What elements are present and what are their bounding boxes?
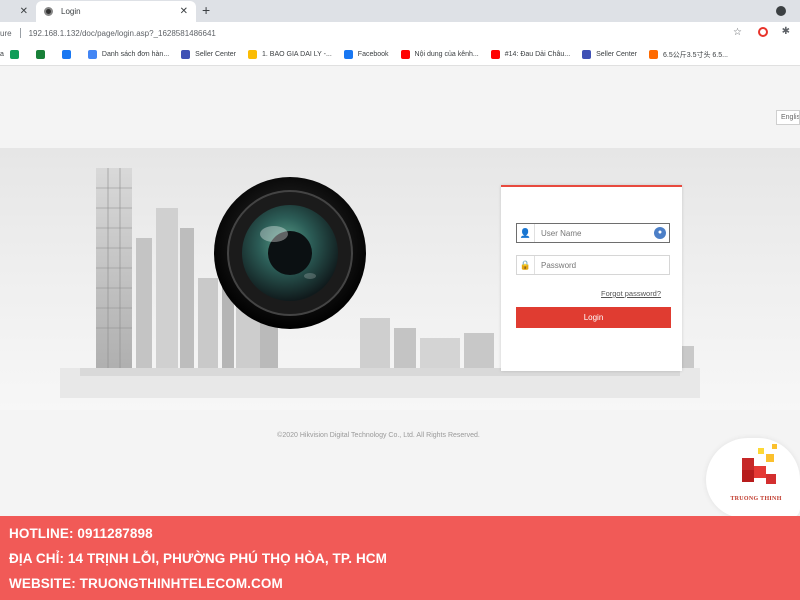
company-name: TRUONG THINH bbox=[730, 496, 782, 502]
facebook-icon bbox=[61, 50, 71, 59]
copyright-text: ©2020 Hikvision Digital Technology Co., … bbox=[277, 432, 480, 439]
website-text: WEBSITE: TRUONGTHINHTELECOM.COM bbox=[9, 576, 283, 591]
extension-pin-icon[interactable]: ✱ bbox=[782, 26, 790, 37]
green-grid-icon bbox=[35, 50, 45, 59]
close-tab-icon[interactable]: ✕ bbox=[180, 6, 188, 17]
new-tab-plus-icon[interactable]: + bbox=[202, 2, 210, 18]
url-field[interactable]: 192.168.1.132/doc/page/login.asp?_162858… bbox=[29, 29, 216, 38]
forgot-password-link[interactable]: Forgot password? bbox=[601, 289, 661, 298]
bookmark-item[interactable]: Seller Center bbox=[582, 50, 637, 59]
hotline-text: HOTLINE: 0911287898 bbox=[9, 526, 153, 541]
security-indicator[interactable]: ure bbox=[0, 29, 12, 38]
address-bar: ure 192.168.1.132/doc/page/login.asp?_16… bbox=[0, 22, 800, 44]
login-button[interactable]: Login bbox=[516, 307, 671, 328]
bookmark-item[interactable]: a bbox=[0, 50, 24, 59]
profile-icon[interactable] bbox=[776, 6, 786, 16]
company-logo bbox=[706, 438, 800, 518]
youtube-icon bbox=[490, 50, 500, 59]
bookmark-item[interactable] bbox=[35, 50, 50, 59]
browser-tab-strip: ✕ Login ✕ + bbox=[0, 0, 800, 22]
heart-icon bbox=[181, 50, 191, 59]
bookmark-label: 6.5公斤3.5寸头 6.5... bbox=[663, 51, 728, 59]
heart-icon bbox=[582, 50, 592, 59]
lock-icon: 🔒 bbox=[517, 256, 535, 274]
browser-tab-login[interactable]: Login ✕ bbox=[36, 1, 196, 22]
orange-store-icon bbox=[649, 50, 658, 59]
address-divider bbox=[19, 28, 21, 38]
green-app-icon bbox=[9, 50, 19, 59]
drive-icon bbox=[248, 50, 258, 59]
bookmarks-bar: a Danh sách đơn hàn... Seller Center 1. BAO… bbox=[0, 44, 800, 66]
user-icon: 👤 bbox=[517, 224, 535, 242]
bookmark-item[interactable]: Danh sách đơn hàn... bbox=[87, 50, 170, 59]
username-field[interactable]: 👤 ● bbox=[516, 223, 670, 243]
bookmark-label: Seller Center bbox=[195, 51, 237, 58]
list-icon bbox=[87, 50, 97, 59]
bookmark-item[interactable]: Seller Center bbox=[181, 50, 236, 59]
password-input[interactable] bbox=[535, 260, 655, 270]
login-form: 👤 ● 🔒 Forgot password? Login bbox=[501, 185, 682, 371]
camera-favicon-icon bbox=[44, 7, 53, 16]
bookmark-label: Nội dung của kênh... bbox=[414, 51, 479, 58]
language-select[interactable]: English bbox=[776, 110, 800, 125]
browser-tab-previous[interactable]: ✕ bbox=[0, 1, 36, 22]
bookmark-item[interactable]: 1. BAO GIA DAI LY -... bbox=[248, 50, 332, 59]
bookmark-label: Facebook bbox=[357, 51, 389, 58]
address-text: ĐỊA CHỈ: 14 TRỊNH LỖI, PHƯỜNG PHÚ THỌ HÒ… bbox=[9, 551, 387, 566]
bookmark-label: 1. BAO GIA DAI LY -... bbox=[262, 51, 332, 58]
bookmark-item[interactable]: 6.5公斤3.5寸头 6.5... bbox=[649, 50, 728, 60]
youtube-icon bbox=[400, 50, 410, 59]
bookmark-label: #14: Đau Dải Châu... bbox=[504, 51, 571, 58]
close-tab-icon[interactable]: ✕ bbox=[20, 6, 28, 17]
bookmark-label: Seller Center bbox=[596, 51, 637, 58]
autofill-key-icon[interactable]: ● bbox=[654, 227, 666, 239]
bookmark-item[interactable]: Facebook bbox=[343, 50, 389, 59]
truong-thinh-logo-icon bbox=[742, 444, 777, 484]
password-field[interactable]: 🔒 bbox=[516, 255, 670, 275]
facebook-icon bbox=[343, 50, 353, 59]
bookmark-item[interactable]: #14: Đau Dải Châu... bbox=[490, 50, 571, 59]
username-input[interactable] bbox=[535, 228, 655, 238]
bookmark-label: a bbox=[0, 51, 4, 58]
extension-opera-icon[interactable] bbox=[758, 27, 768, 37]
tab-title: Login bbox=[61, 7, 81, 16]
login-page: English bbox=[0, 66, 800, 516]
bookmark-item[interactable]: Nội dung của kênh... bbox=[400, 50, 479, 59]
bookmark-item[interactable] bbox=[61, 50, 76, 59]
bookmark-label: Danh sách đơn hàn... bbox=[101, 51, 170, 58]
contact-footer: HOTLINE: 0911287898 ĐỊA CHỈ: 14 TRỊNH LỖ… bbox=[0, 516, 800, 600]
bookmark-star-icon[interactable]: ☆ bbox=[733, 27, 742, 38]
